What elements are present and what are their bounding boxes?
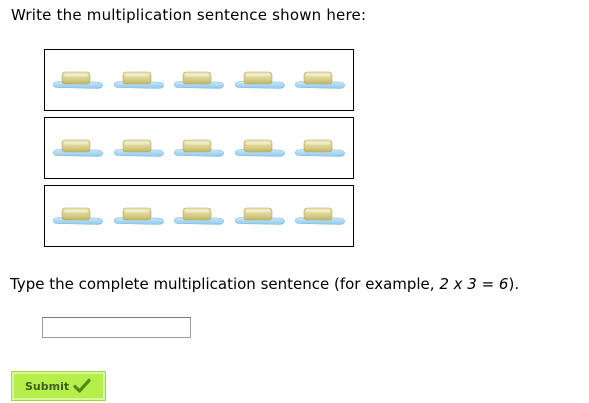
butter-stick-on-dish-icon <box>52 137 104 159</box>
butter-stick-on-dish-icon <box>173 137 225 159</box>
question-prompt: Write the multiplication sentence shown … <box>11 6 367 24</box>
submit-label: Submit <box>25 379 70 393</box>
butter-stick-on-dish-icon <box>113 205 165 227</box>
array-group-3 <box>44 185 354 247</box>
array-group-2 <box>44 117 354 179</box>
checkmark-icon <box>73 378 91 393</box>
butter-stick-on-dish-icon <box>234 205 286 227</box>
butter-stick-on-dish-icon <box>294 69 346 91</box>
instruction-text-suffix: ). <box>508 275 520 293</box>
butter-stick-on-dish-icon <box>113 137 165 159</box>
answer-instruction: Type the complete multiplication sentenc… <box>10 275 519 293</box>
butter-stick-on-dish-icon <box>52 69 104 91</box>
butter-stick-on-dish-icon <box>294 137 346 159</box>
array-group-1 <box>44 49 354 111</box>
butter-stick-on-dish-icon <box>113 69 165 91</box>
instruction-example: 2 x 3 = 6 <box>439 275 509 293</box>
butter-stick-on-dish-icon <box>173 69 225 91</box>
submit-button[interactable]: Submit <box>12 372 105 400</box>
butter-stick-on-dish-icon <box>234 137 286 159</box>
butter-stick-on-dish-icon <box>52 205 104 227</box>
instruction-text-prefix: Type the complete multiplication sentenc… <box>10 275 440 293</box>
butter-stick-on-dish-icon <box>173 205 225 227</box>
answer-input[interactable] <box>42 317 191 338</box>
butter-stick-on-dish-icon <box>294 205 346 227</box>
butter-stick-on-dish-icon <box>234 69 286 91</box>
